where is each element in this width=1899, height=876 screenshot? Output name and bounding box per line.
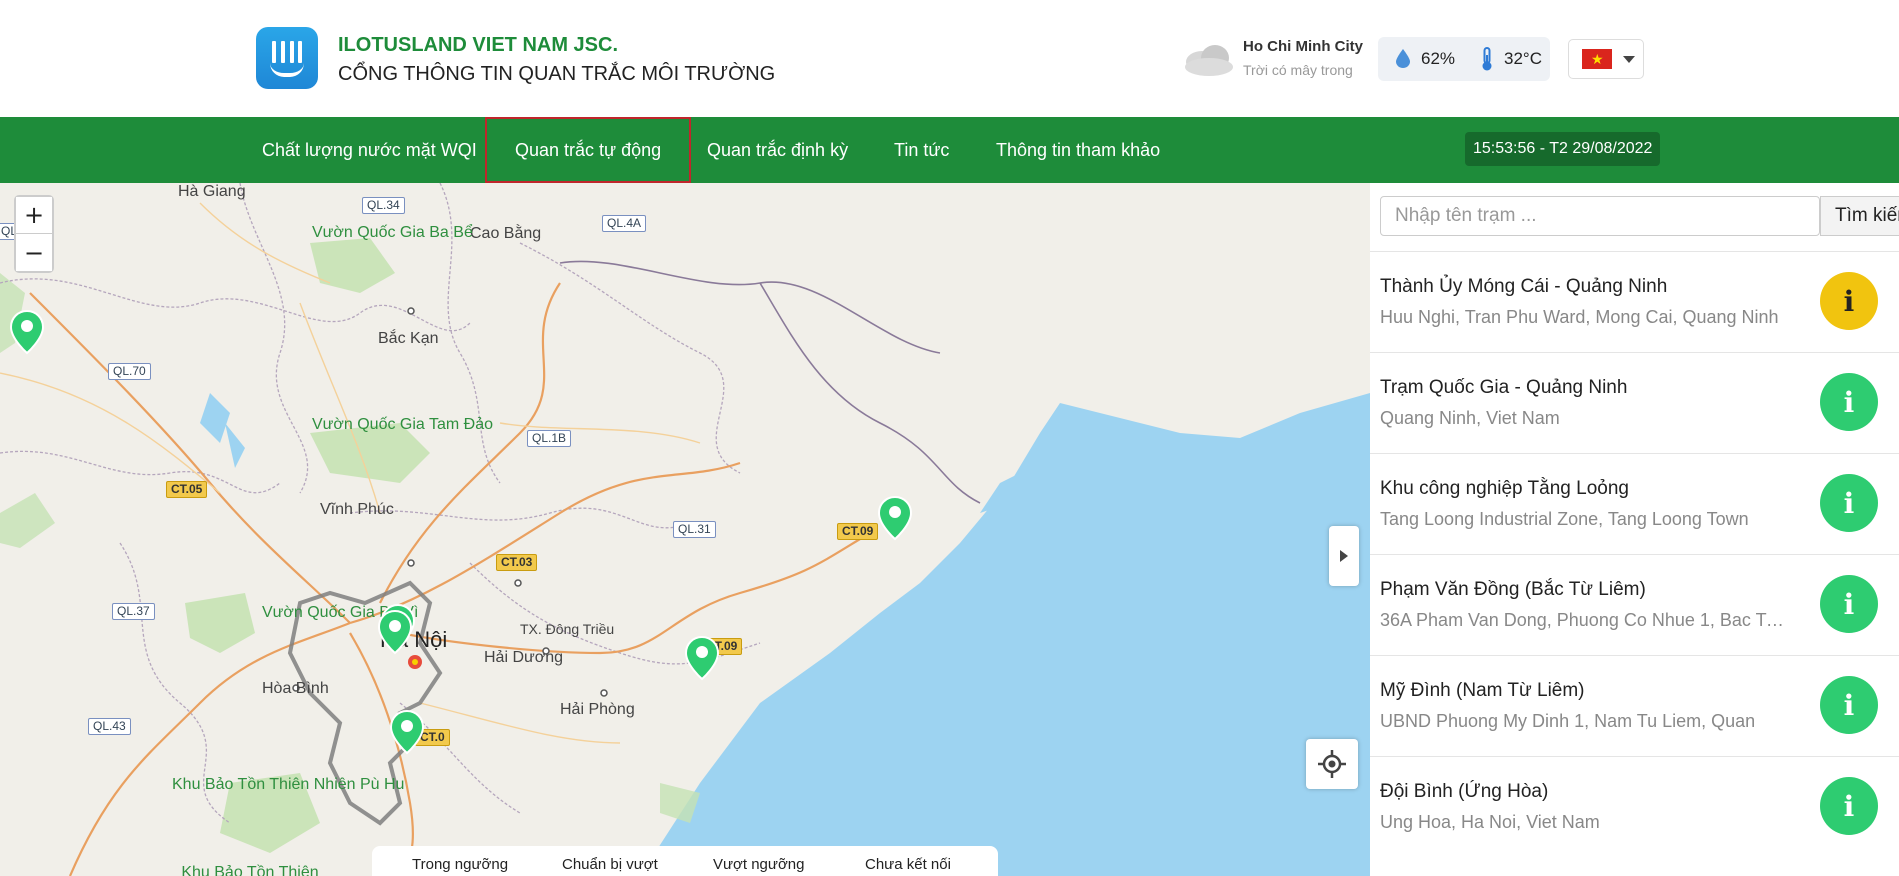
nav-item-wqi[interactable]: Chất lượng nước mặt WQI — [262, 117, 477, 183]
map-label-ha-giang: Hà Giang — [178, 183, 246, 200]
station-address: Ung Hoa, Ha Noi, Viet Nam — [1380, 812, 1600, 832]
weather-stats: 62% 32°C — [1378, 37, 1550, 81]
road-badge: QL.37 — [112, 603, 155, 620]
brand-name: ILOTUSLAND VIET NAM JSC. — [338, 34, 619, 56]
station-name: Thành Ủy Móng Cái - Quảng Ninh — [1380, 276, 1668, 297]
zoom-control: + − — [14, 195, 54, 273]
station-marker[interactable] — [877, 495, 913, 541]
station-list: Thành Ủy Móng Cái - Quảng Ninh Huu Nghi,… — [1370, 251, 1899, 857]
nav-item-news[interactable]: Tin tức — [894, 117, 949, 183]
map-label-tam-dao: Vườn Quốc Gia Tam Đảo — [312, 416, 493, 433]
header: ILOTUSLAND VIET NAM JSC. CỔNG THÔNG TIN … — [0, 0, 1899, 117]
road-badge: QL.31 — [673, 521, 716, 538]
station-marker[interactable] — [377, 609, 413, 655]
cloud-icon — [1185, 45, 1233, 76]
nav-item-periodic-monitoring[interactable]: Quan trắc định kỳ — [707, 117, 848, 183]
road-badge: QL.43 — [88, 718, 131, 735]
station-marker[interactable] — [389, 709, 425, 755]
language-selector[interactable]: ★ — [1568, 39, 1644, 79]
station-sidebar: Tìm kiếm Thành Ủy Móng Cái - Quảng Ninh … — [1370, 183, 1899, 876]
zoom-out-button[interactable]: − — [16, 234, 52, 271]
station-address: Huu Nghi, Tran Phu Ward, Mong Cai, Quang… — [1380, 307, 1779, 327]
station-name: Khu công nghiệp Tằng Loỏng — [1380, 478, 1629, 499]
road-badge: CT.03 — [496, 554, 538, 571]
map-label-hoa-binh: Hòa Bình — [262, 680, 329, 697]
clock: 15:53:56 - T2 29/08/2022 — [1465, 132, 1661, 166]
road-badge: QL.1B — [527, 430, 572, 447]
nav-item-automatic-monitoring[interactable]: Quan trắc tự động — [485, 117, 692, 183]
info-icon[interactable]: i — [1820, 272, 1878, 330]
legend-within-threshold[interactable]: Trong ngưỡng — [412, 856, 508, 873]
station-marker[interactable] — [9, 309, 45, 355]
station-name: Trạm Quốc Gia - Quảng Ninh — [1380, 377, 1628, 398]
weather-condition: Trời có mây trong — [1243, 62, 1353, 78]
map-label-bao-ton-bottom: Khu Bảo Tồn Thiên — [181, 864, 319, 876]
legend-near-threshold[interactable]: Chuẩn bị vượt — [562, 856, 658, 873]
info-icon[interactable]: i — [1820, 575, 1878, 633]
station-item[interactable]: Đội Bình (Ứng Hòa) Ung Hoa, Ha Noi, Viet… — [1370, 756, 1899, 857]
station-item[interactable]: Khu công nghiệp Tằng Loỏng Tang Loong In… — [1370, 453, 1899, 554]
map-label-hai-duong: Hải Dương — [484, 649, 564, 666]
search-button[interactable]: Tìm kiếm — [1820, 196, 1899, 236]
map-label-ba-vi: Vườn Quốc Gia Ba Vì — [262, 604, 419, 621]
legend-over-threshold[interactable]: Vượt ngưỡng — [713, 856, 804, 873]
map[interactable]: Hà Giang Cao Bằng Vườn Quốc Gia Ba Bể Bắ… — [0, 183, 1370, 876]
road-badge: QL.70 — [108, 363, 151, 380]
station-name: Mỹ Đình (Nam Từ Liêm) — [1380, 680, 1585, 701]
station-item[interactable]: Trạm Quốc Gia - Quảng Ninh Quang Ninh, V… — [1370, 352, 1899, 453]
station-address: Tang Loong Industrial Zone, Tang Loong T… — [1380, 509, 1749, 529]
info-icon[interactable]: i — [1820, 373, 1878, 431]
map-label-vinh-phuc: Vĩnh Phúc — [320, 501, 394, 518]
station-address: 36A Pham Van Dong, Phuong Co Nhue 1, Bac… — [1380, 610, 1790, 630]
map-label-bac-kan: Bắc Kạn — [378, 330, 439, 347]
collapse-sidebar-button[interactable] — [1329, 526, 1359, 586]
weather-city: Ho Chi Minh City — [1243, 38, 1363, 55]
station-name: Đội Bình (Ứng Hòa) — [1380, 781, 1549, 802]
nav-item-reference[interactable]: Thông tin tham khảo — [996, 117, 1160, 183]
road-badge: CT.09 — [837, 523, 879, 540]
humidity-value: 62% — [1421, 49, 1456, 68]
zoom-in-button[interactable]: + — [16, 197, 52, 234]
legend-disconnected[interactable]: Chưa kết nối — [865, 856, 951, 873]
station-marker[interactable] — [684, 635, 720, 681]
humidity-icon — [1396, 49, 1410, 68]
info-icon[interactable]: i — [1820, 777, 1878, 835]
temperature-value: 32°C — [1504, 49, 1542, 68]
chevron-down-icon — [1623, 56, 1635, 63]
map-label-ba-be: Vườn Quốc Gia Ba Bể — [312, 224, 473, 241]
road-badge: QL.4A — [602, 215, 647, 232]
legend: Trong ngưỡng Chuẩn bị vượt Vượt ngưỡng C… — [372, 846, 998, 876]
locate-button[interactable] — [1306, 739, 1358, 789]
map-label-hai-phong: Hải Phòng — [560, 701, 635, 718]
info-icon[interactable]: i — [1820, 474, 1878, 532]
station-item[interactable]: Mỹ Đình (Nam Từ Liêm) UBND Phuong My Din… — [1370, 655, 1899, 756]
crosshair-icon — [1318, 750, 1346, 778]
map-label-cao-bang: Cao Bằng — [470, 225, 542, 242]
map-label-pu-hu: Khu Bảo Tồn Thiên Nhiên Pù Hu — [172, 776, 405, 793]
info-icon[interactable]: i — [1820, 676, 1878, 734]
station-address: UBND Phuong My Dinh 1, Nam Tu Liem, Quan — [1380, 711, 1756, 731]
station-address: Quang Ninh, Viet Nam — [1380, 408, 1560, 428]
station-item[interactable]: Thành Ủy Móng Cái - Quảng Ninh Huu Nghi,… — [1370, 251, 1899, 352]
station-item[interactable]: Phạm Văn Đồng (Bắc Từ Liêm) 36A Pham Van… — [1370, 554, 1899, 655]
thermometer-icon — [1482, 47, 1492, 71]
road-badge: QL.34 — [362, 197, 405, 214]
chevron-right-icon — [1340, 550, 1348, 562]
vietnam-flag-icon: ★ — [1582, 49, 1612, 69]
road-badge: CT.05 — [166, 481, 208, 498]
station-name: Phạm Văn Đồng (Bắc Từ Liêm) — [1380, 579, 1646, 600]
logo-icon[interactable] — [256, 27, 318, 89]
map-label-dong-trieu: TX. Đông Triều — [520, 621, 615, 637]
brand-subtitle: CỔNG THÔNG TIN QUAN TRẮC MÔI TRƯỜNG — [338, 63, 776, 85]
station-search-input[interactable] — [1380, 196, 1820, 236]
